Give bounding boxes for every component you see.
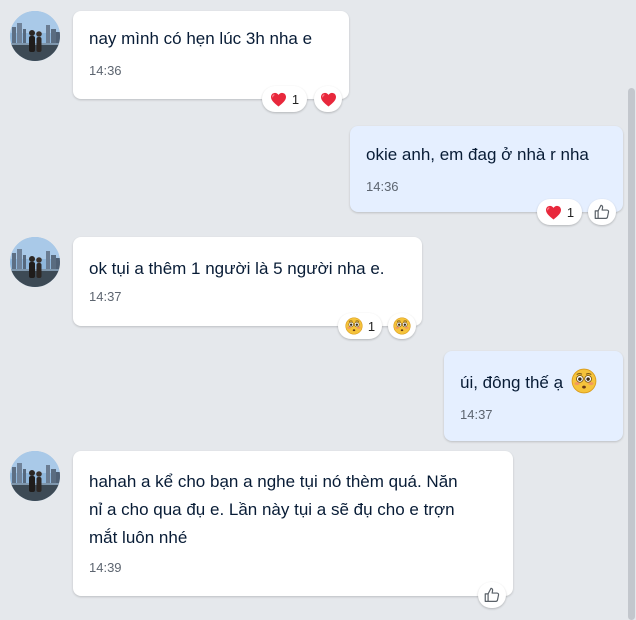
message-text-content: úi, đông thế ạ [460,373,564,392]
flushed-face-icon [345,317,363,335]
quick-react-button[interactable] [588,199,616,225]
like-icon [483,586,501,604]
message-bubble-outgoing[interactable]: okie anh, em đag ở nhà r nha 14:36 [350,126,623,212]
reaction-summary[interactable]: 1 [537,199,582,225]
sender-avatar[interactable] [10,237,60,287]
message-text: okie anh, em đag ở nhà r nha [366,145,589,164]
heart-icon [545,205,562,220]
reaction-summary[interactable]: 1 [338,313,382,339]
quick-react-button[interactable] [388,313,416,339]
heart-icon [270,92,287,107]
message-text-line: hahah a kể cho bạn a nghe tụi nó thèm qu… [89,472,458,491]
message-text-line: mắt luôn nhé [89,528,188,547]
flushed-face-icon [571,368,597,394]
message-text: ok tụi a thêm 1 người là 5 người nha e. [89,259,385,278]
message-text: nay mình có hẹn lúc 3h nha e [89,29,313,48]
message-text-line: nỉ a cho qua đụ e. Lần này tụi a sẽ đụ c… [89,500,455,519]
reaction-count: 1 [367,318,376,334]
sender-avatar[interactable] [10,451,60,501]
message-bubble-incoming[interactable]: hahah a kể cho bạn a nghe tụi nó thèm qu… [73,451,513,596]
like-icon [593,203,611,221]
reaction-summary[interactable]: 1 [262,86,307,112]
scrollbar-thumb[interactable] [628,88,635,620]
quick-react-button[interactable] [478,582,506,608]
flushed-face-icon [393,317,411,335]
message-text: úi, đông thế ạ [460,368,597,397]
chat-message-list[interactable]: nay mình có hẹn lúc 3h nha e 14:36 1 oki… [0,0,626,620]
message-bubble-outgoing[interactable]: úi, đông thế ạ 14:37 [444,351,623,441]
message-timestamp: 14:36 [366,179,399,194]
message-bubble-incoming[interactable]: nay mình có hẹn lúc 3h nha e 14:36 [73,11,349,99]
sender-avatar[interactable] [10,11,60,61]
reaction-count: 1 [566,204,575,220]
message-timestamp: 14:37 [89,289,122,304]
reaction-count: 1 [291,91,300,107]
heart-icon [320,92,337,107]
quick-react-button[interactable] [314,86,342,112]
scrollbar[interactable] [626,0,636,620]
message-timestamp: 14:37 [460,407,493,422]
message-timestamp: 14:39 [89,560,122,575]
message-timestamp: 14:36 [89,63,122,78]
